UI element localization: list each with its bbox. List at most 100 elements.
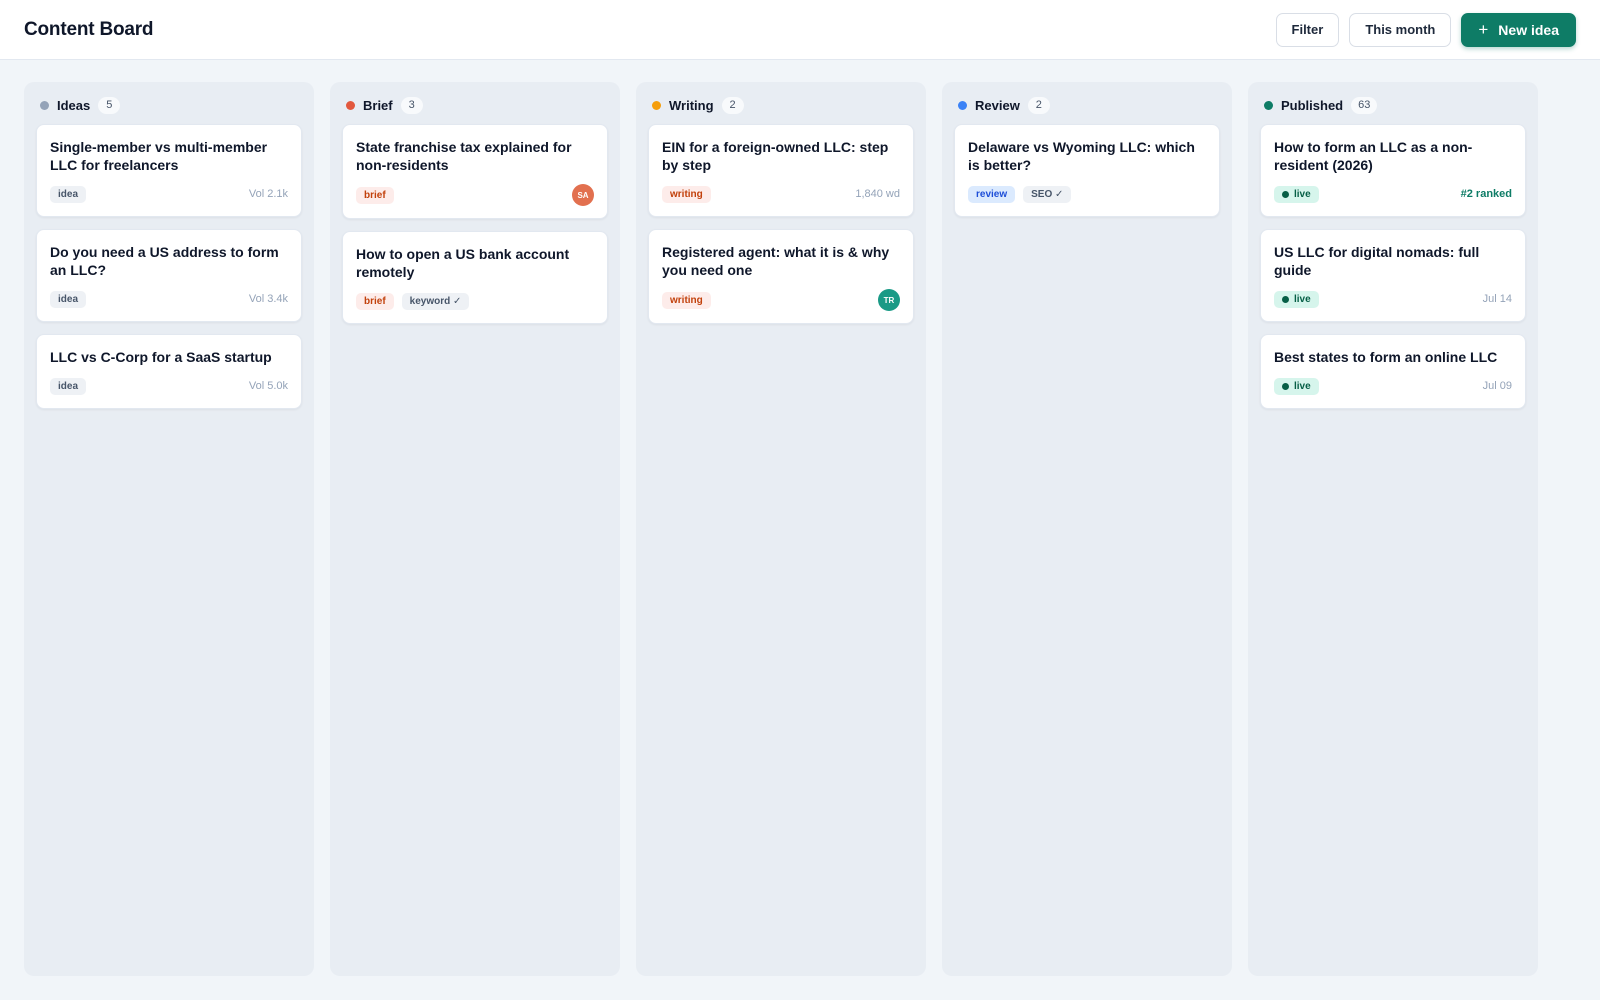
card-title: US LLC for digital nomads: full guide	[1274, 244, 1480, 278]
status-tag: idea	[50, 185, 87, 203]
content-card[interactable]: US LLC for digital nomads: full guide liv…	[1260, 229, 1526, 322]
card-meta: Vol 2.1k	[248, 188, 288, 200]
period-button[interactable]: This month	[1349, 12, 1452, 47]
card-title: State franchise tax explained for non-re…	[356, 139, 572, 173]
card-title: EIN for a foreign-owned LLC: step by ste…	[662, 139, 889, 173]
status-tag-label: live	[1294, 188, 1311, 200]
content-card[interactable]: Registered agent: what it is & why you n…	[648, 229, 914, 324]
avatar[interactable]: SA	[572, 184, 594, 206]
status-tag: live	[1274, 377, 1319, 395]
status-tag-label: live	[1294, 293, 1311, 305]
card-title: Do you need a US address to form an LLC?	[50, 244, 279, 278]
card-title: Registered agent: what it is & why you n…	[662, 244, 890, 278]
content-card[interactable]: How to form an LLC as a non-resident (20…	[1260, 124, 1526, 217]
column-writing: Writing 2 EIN for a foreign-owned LLC: ste…	[636, 82, 926, 976]
column-count-badge: 2	[1027, 96, 1050, 114]
card-meta: Vol 3.4k	[248, 293, 288, 305]
card-tags: brief	[356, 186, 394, 204]
card-meta: Vol 5.0k	[248, 380, 288, 392]
status-dot	[652, 100, 661, 110]
column-header: Ideas 5	[36, 94, 302, 116]
column-header: Published 63	[1260, 94, 1526, 116]
header-actions: Filter This month + New idea	[1275, 12, 1576, 47]
status-tag: writing	[662, 291, 711, 309]
card-meta: Jul 14	[1482, 293, 1512, 305]
column-title: Writing	[669, 97, 714, 113]
card-title: Delaware vs Wyoming LLC: which is better…	[968, 139, 1195, 173]
column-count-badge: 63	[1351, 96, 1378, 114]
avatar[interactable]: TR	[878, 289, 900, 311]
plus-icon: +	[1478, 20, 1489, 39]
content-card[interactable]: Delaware vs Wyoming LLC: which is better…	[954, 124, 1220, 217]
column-title: Published	[1281, 97, 1344, 113]
card-tags: live	[1274, 185, 1319, 203]
content-card[interactable]: Single-member vs multi-member LLC for fr…	[36, 124, 302, 217]
column-header: Writing 2	[648, 94, 914, 116]
column-title: Ideas	[57, 97, 91, 113]
card-title: How to open a US bank account remotely	[356, 246, 570, 280]
live-dot-icon	[1282, 190, 1289, 198]
live-dot-icon	[1282, 382, 1289, 390]
card-meta: Jul 09	[1482, 380, 1512, 392]
top-bar: Content Board Filter This month + New id…	[0, 0, 1600, 60]
board: Ideas 5 Single-member vs multi-member LLC …	[24, 82, 1538, 976]
content-card[interactable]: How to open a US bank account remotely br…	[342, 231, 608, 324]
column-brief: Brief 3 State franchise tax explained for …	[330, 82, 620, 976]
content-card[interactable]: LLC vs C-Corp for a SaaS startup idea Vol …	[36, 334, 302, 409]
content-card[interactable]: State franchise tax explained for non-re…	[342, 124, 608, 219]
status-tag: live	[1274, 185, 1319, 203]
content-card[interactable]: Best states to form an online LLC live Jul…	[1260, 334, 1526, 409]
new-idea-button[interactable]: + New idea	[1461, 12, 1576, 47]
card-tags: writing	[662, 291, 711, 309]
content-card[interactable]: Do you need a US address to form an LLC?…	[36, 229, 302, 322]
status-tag-label: live	[1294, 380, 1311, 392]
card-footer: writing 1,840 wd	[662, 184, 900, 204]
card-footer: live Jul 09	[1274, 376, 1512, 396]
card-footer: writing TR	[662, 289, 900, 311]
card-title: Single-member vs multi-member LLC for fr…	[50, 139, 268, 173]
page-title: Content Board	[24, 18, 154, 40]
column-count-badge: 2	[721, 96, 744, 114]
column-title: Brief	[363, 97, 393, 113]
check-tag: keyword ✓	[401, 292, 470, 310]
card-footer: review SEO ✓	[968, 184, 1206, 204]
status-dot	[958, 100, 967, 110]
card-footer: idea Vol 3.4k	[50, 289, 288, 309]
card-tags: idea	[50, 185, 87, 203]
check-tag: SEO ✓	[1023, 185, 1072, 203]
card-footer: live Jul 14	[1274, 289, 1512, 309]
card-footer: brief keyword ✓	[356, 291, 594, 311]
card-meta: 1,840 wd	[855, 188, 900, 200]
column-header: Review 2	[954, 94, 1220, 116]
column-review: Review 2 Delaware vs Wyoming LLC: which is…	[942, 82, 1232, 976]
status-tag: idea	[50, 290, 87, 308]
card-tags: idea	[50, 377, 87, 395]
column-title: Review	[975, 97, 1020, 113]
status-tag: brief	[356, 186, 394, 204]
status-dot	[40, 100, 49, 110]
column-count-badge: 5	[98, 96, 121, 114]
status-dot	[1264, 100, 1273, 110]
card-title: Best states to form an online LLC	[1274, 349, 1498, 365]
status-tag: brief	[356, 292, 394, 310]
card-footer: idea Vol 5.0k	[50, 376, 288, 396]
status-tag: review	[968, 185, 1016, 203]
card-tags: live	[1274, 290, 1319, 308]
new-idea-label: New idea	[1498, 21, 1559, 38]
card-tags: writing	[662, 185, 711, 203]
status-tag: writing	[662, 185, 711, 203]
card-footer: idea Vol 2.1k	[50, 184, 288, 204]
card-title: LLC vs C-Corp for a SaaS startup	[50, 349, 272, 365]
column-ideas: Ideas 5 Single-member vs multi-member LLC …	[24, 82, 314, 976]
card-footer: brief SA	[356, 184, 594, 206]
card-tags: idea	[50, 290, 87, 308]
content-card[interactable]: EIN for a foreign-owned LLC: step by ste…	[648, 124, 914, 217]
column-count-badge: 3	[400, 96, 423, 114]
live-dot-icon	[1282, 295, 1289, 303]
column-header: Brief 3	[342, 94, 608, 116]
filter-button[interactable]: Filter	[1275, 12, 1340, 47]
status-tag: idea	[50, 377, 87, 395]
card-footer: live #2 ranked	[1274, 184, 1512, 204]
status-dot	[346, 100, 355, 110]
card-title: How to form an LLC as a non-resident (20…	[1274, 139, 1473, 173]
